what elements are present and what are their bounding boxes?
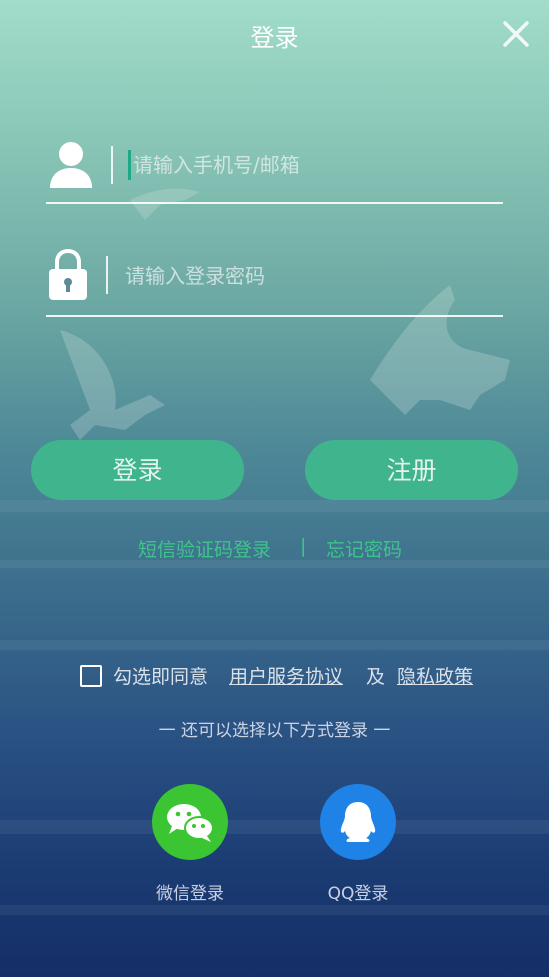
login-button[interactable]: 登录 (31, 440, 244, 500)
privacy-policy-link[interactable]: 隐私政策 (397, 662, 473, 689)
agreement-checkbox[interactable] (80, 665, 102, 687)
agreement-prefix: 勾选即同意 (113, 666, 209, 688)
link-separator: | (300, 535, 307, 557)
wechat-icon (167, 804, 214, 842)
account-field-separator (111, 146, 113, 184)
qq-login-button[interactable] (320, 784, 396, 860)
user-agreement-link[interactable]: 用户服务协议 (229, 662, 343, 689)
account-input[interactable] (133, 150, 493, 180)
forgot-password-link[interactable]: 忘记密码 (326, 535, 402, 562)
qq-login-label[interactable]: QQ登录 (298, 879, 418, 904)
password-input[interactable] (125, 261, 495, 291)
wechat-login-label[interactable]: 微信登录 (130, 879, 250, 904)
close-icon[interactable] (500, 18, 532, 50)
lock-icon (49, 248, 87, 300)
wechat-login-button[interactable] (152, 784, 228, 860)
agreement-conjunction: 及 (366, 666, 386, 688)
page-title: 登录 (250, 24, 299, 52)
password-underline (46, 315, 503, 317)
third-party-divider: 一 还可以选择以下方式登录 一 (158, 721, 391, 741)
sms-login-link[interactable]: 短信验证码登录 (138, 535, 271, 562)
account-underline (46, 202, 503, 204)
password-field-separator (106, 256, 108, 294)
register-button[interactable]: 注册 (305, 440, 518, 500)
qq-icon (340, 802, 376, 842)
text-caret (128, 150, 131, 180)
user-icon (50, 142, 92, 188)
